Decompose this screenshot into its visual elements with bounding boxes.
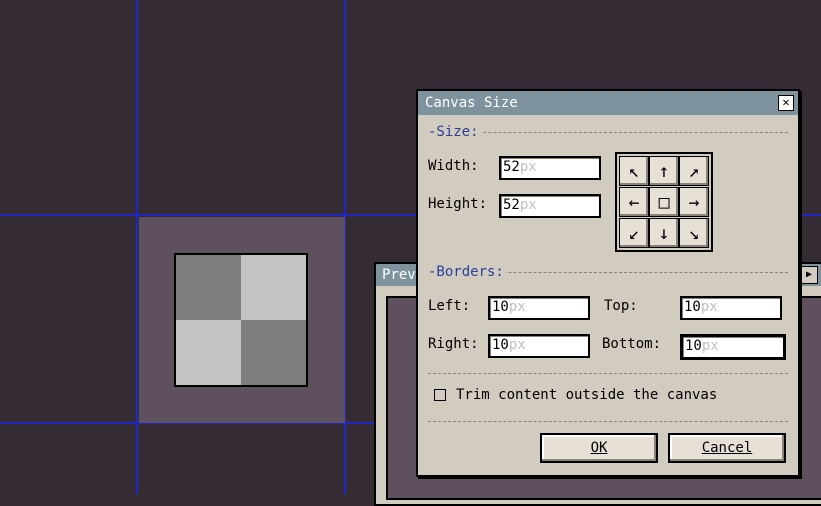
top-label: Top:	[604, 298, 638, 314]
top-field[interactable]: 10px	[680, 296, 782, 320]
sprite-cell	[176, 255, 241, 320]
divider	[428, 365, 788, 381]
arrow-e-icon[interactable]: →	[679, 187, 709, 217]
left-label: Left:	[428, 298, 471, 314]
sprite-cell	[176, 320, 241, 385]
size-section-header: -Size:	[428, 124, 788, 140]
anchor-grid: ↖ ↑ ↗ ← □ → ↙ ↓ ↘	[615, 152, 713, 252]
cancel-button[interactable]: Cancel	[668, 433, 786, 463]
arrow-nw-icon[interactable]: ↖	[619, 156, 649, 186]
trim-label[interactable]: Trim content outside the canvas	[456, 387, 717, 403]
center-square-icon[interactable]: □	[649, 187, 679, 217]
width-field[interactable]: 52px	[499, 156, 601, 180]
sprite-cell	[241, 320, 306, 385]
arrow-sw-icon[interactable]: ↙	[619, 218, 649, 248]
right-field[interactable]: 10px	[488, 334, 590, 358]
canvas-size-dialog: Canvas Size ✕ -Size: Width: 52px Height:…	[416, 89, 800, 477]
dialog-title: Canvas Size	[425, 95, 518, 111]
play-arrow-icon[interactable]: ▶	[800, 266, 818, 284]
arrow-ne-icon[interactable]: ↗	[679, 156, 709, 186]
trim-checkbox[interactable]	[434, 389, 446, 401]
sprite-canvas[interactable]	[174, 253, 308, 387]
bottom-label: Bottom:	[602, 336, 662, 352]
height-field[interactable]: 52px	[499, 194, 601, 218]
arrow-n-icon[interactable]: ↑	[649, 156, 679, 186]
arrow-se-icon[interactable]: ↘	[679, 218, 709, 248]
left-field[interactable]: 10px	[488, 296, 590, 320]
ok-button[interactable]: OK	[540, 433, 658, 463]
close-icon[interactable]: ✕	[778, 95, 794, 111]
arrow-w-icon[interactable]: ←	[619, 187, 649, 217]
arrow-s-icon[interactable]: ↓	[649, 218, 679, 248]
bottom-field[interactable]: 10px	[680, 334, 786, 360]
borders-section-label: -Borders:	[428, 264, 506, 280]
sprite-cell	[241, 255, 306, 320]
right-label: Right:	[428, 336, 479, 352]
dialog-title-bar[interactable]: Canvas Size ✕	[418, 91, 798, 115]
height-label: Height:	[428, 196, 488, 212]
grid-line	[136, 0, 138, 494]
width-label: Width:	[428, 158, 479, 174]
borders-section-header: -Borders:	[428, 264, 788, 280]
divider	[428, 413, 788, 429]
size-section-label: -Size:	[428, 124, 481, 140]
